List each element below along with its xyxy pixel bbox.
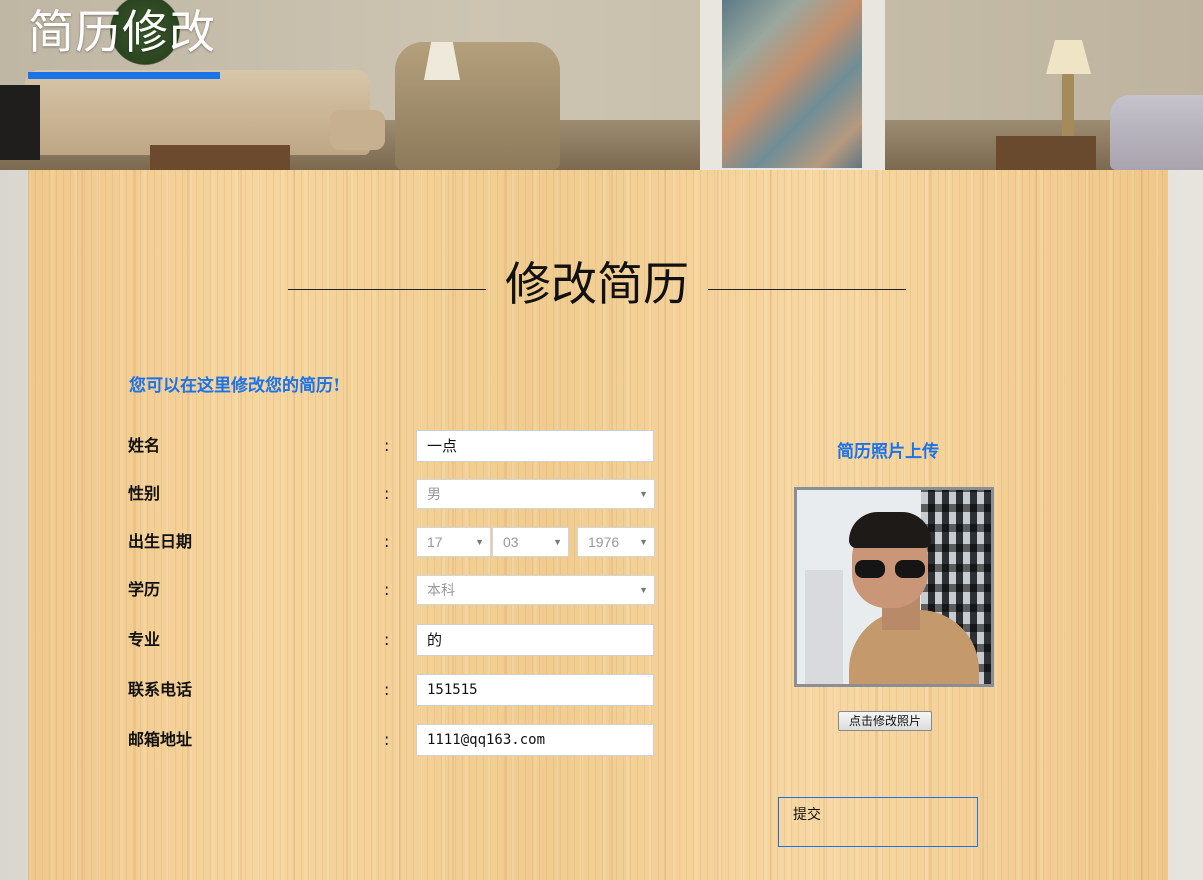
chevron-down-icon: ▼: [475, 537, 484, 547]
birth-day-select[interactable]: 17 ▼: [416, 527, 491, 557]
chevron-down-icon: ▼: [639, 489, 648, 499]
heading-divider-right: [708, 289, 906, 290]
banner-lamp-stem: [1062, 74, 1074, 138]
banner-table-image: [150, 145, 290, 170]
photo-upload-title: 简历照片上传: [837, 442, 939, 462]
gender-select[interactable]: 男 ▼: [416, 479, 655, 509]
photo-person-hair: [849, 512, 931, 548]
banner-armchair-image: [395, 42, 560, 170]
colon: :: [384, 436, 390, 455]
education-label: 学历: [128, 580, 161, 599]
email-label: 邮箱地址: [128, 730, 193, 749]
birth-month-value: 03: [503, 534, 519, 550]
colon: :: [384, 580, 390, 599]
heading-divider-left: [288, 289, 486, 290]
page-title: 简历修改: [28, 5, 216, 59]
colon: :: [384, 484, 390, 503]
phone-field[interactable]: 151515: [416, 674, 654, 706]
submit-button[interactable]: 提交: [778, 797, 978, 847]
birth-label: 出生日期: [128, 532, 193, 551]
education-select[interactable]: 本科 ▼: [416, 575, 655, 605]
major-field[interactable]: 的: [416, 624, 654, 656]
name-field[interactable]: 一点: [416, 430, 654, 462]
banner-dark-object: [0, 85, 40, 160]
resume-photo: [794, 487, 994, 687]
gender-select-value: 男: [427, 486, 441, 502]
birth-year-value: 1976: [588, 534, 620, 550]
banner-side-table-image: [996, 136, 1096, 170]
chevron-down-icon: ▼: [553, 537, 562, 547]
header-banner: 简历修改: [0, 0, 1203, 170]
form-panel: 修改简历 您可以在这里修改您的简历! 姓名 : 一点 性别 : 男 ▼ 出生日期…: [28, 170, 1168, 880]
colon: :: [384, 630, 390, 649]
banner-sofa-arm: [330, 110, 385, 150]
banner-chair-image-2: [1110, 95, 1203, 170]
email-field[interactable]: 1111@qq163.com: [416, 724, 654, 756]
phone-label: 联系电话: [128, 680, 193, 699]
colon: :: [384, 730, 390, 749]
change-photo-button[interactable]: 点击修改照片: [838, 711, 932, 731]
section-title: 修改简历: [505, 257, 689, 311]
banner-painting-image: [722, 0, 862, 168]
chevron-down-icon: ▼: [639, 537, 648, 547]
birth-year-select[interactable]: 1976 ▼: [577, 527, 655, 557]
colon: :: [384, 532, 390, 551]
sunglasses: [855, 560, 927, 578]
title-underline: [28, 72, 220, 79]
intro-text: 您可以在这里修改您的简历!: [129, 376, 341, 396]
education-select-value: 本科: [427, 582, 455, 598]
chevron-down-icon: ▼: [639, 585, 648, 595]
banner-sofa-image: [25, 70, 370, 155]
section-heading: 修改简历: [288, 254, 908, 314]
birth-day-value: 17: [427, 534, 443, 550]
name-label: 姓名: [128, 436, 161, 455]
gender-label: 性别: [128, 484, 161, 503]
major-label: 专业: [128, 630, 161, 649]
photo-background-building: [805, 570, 843, 684]
birth-month-select[interactable]: 03 ▼: [492, 527, 569, 557]
colon: :: [384, 680, 390, 699]
